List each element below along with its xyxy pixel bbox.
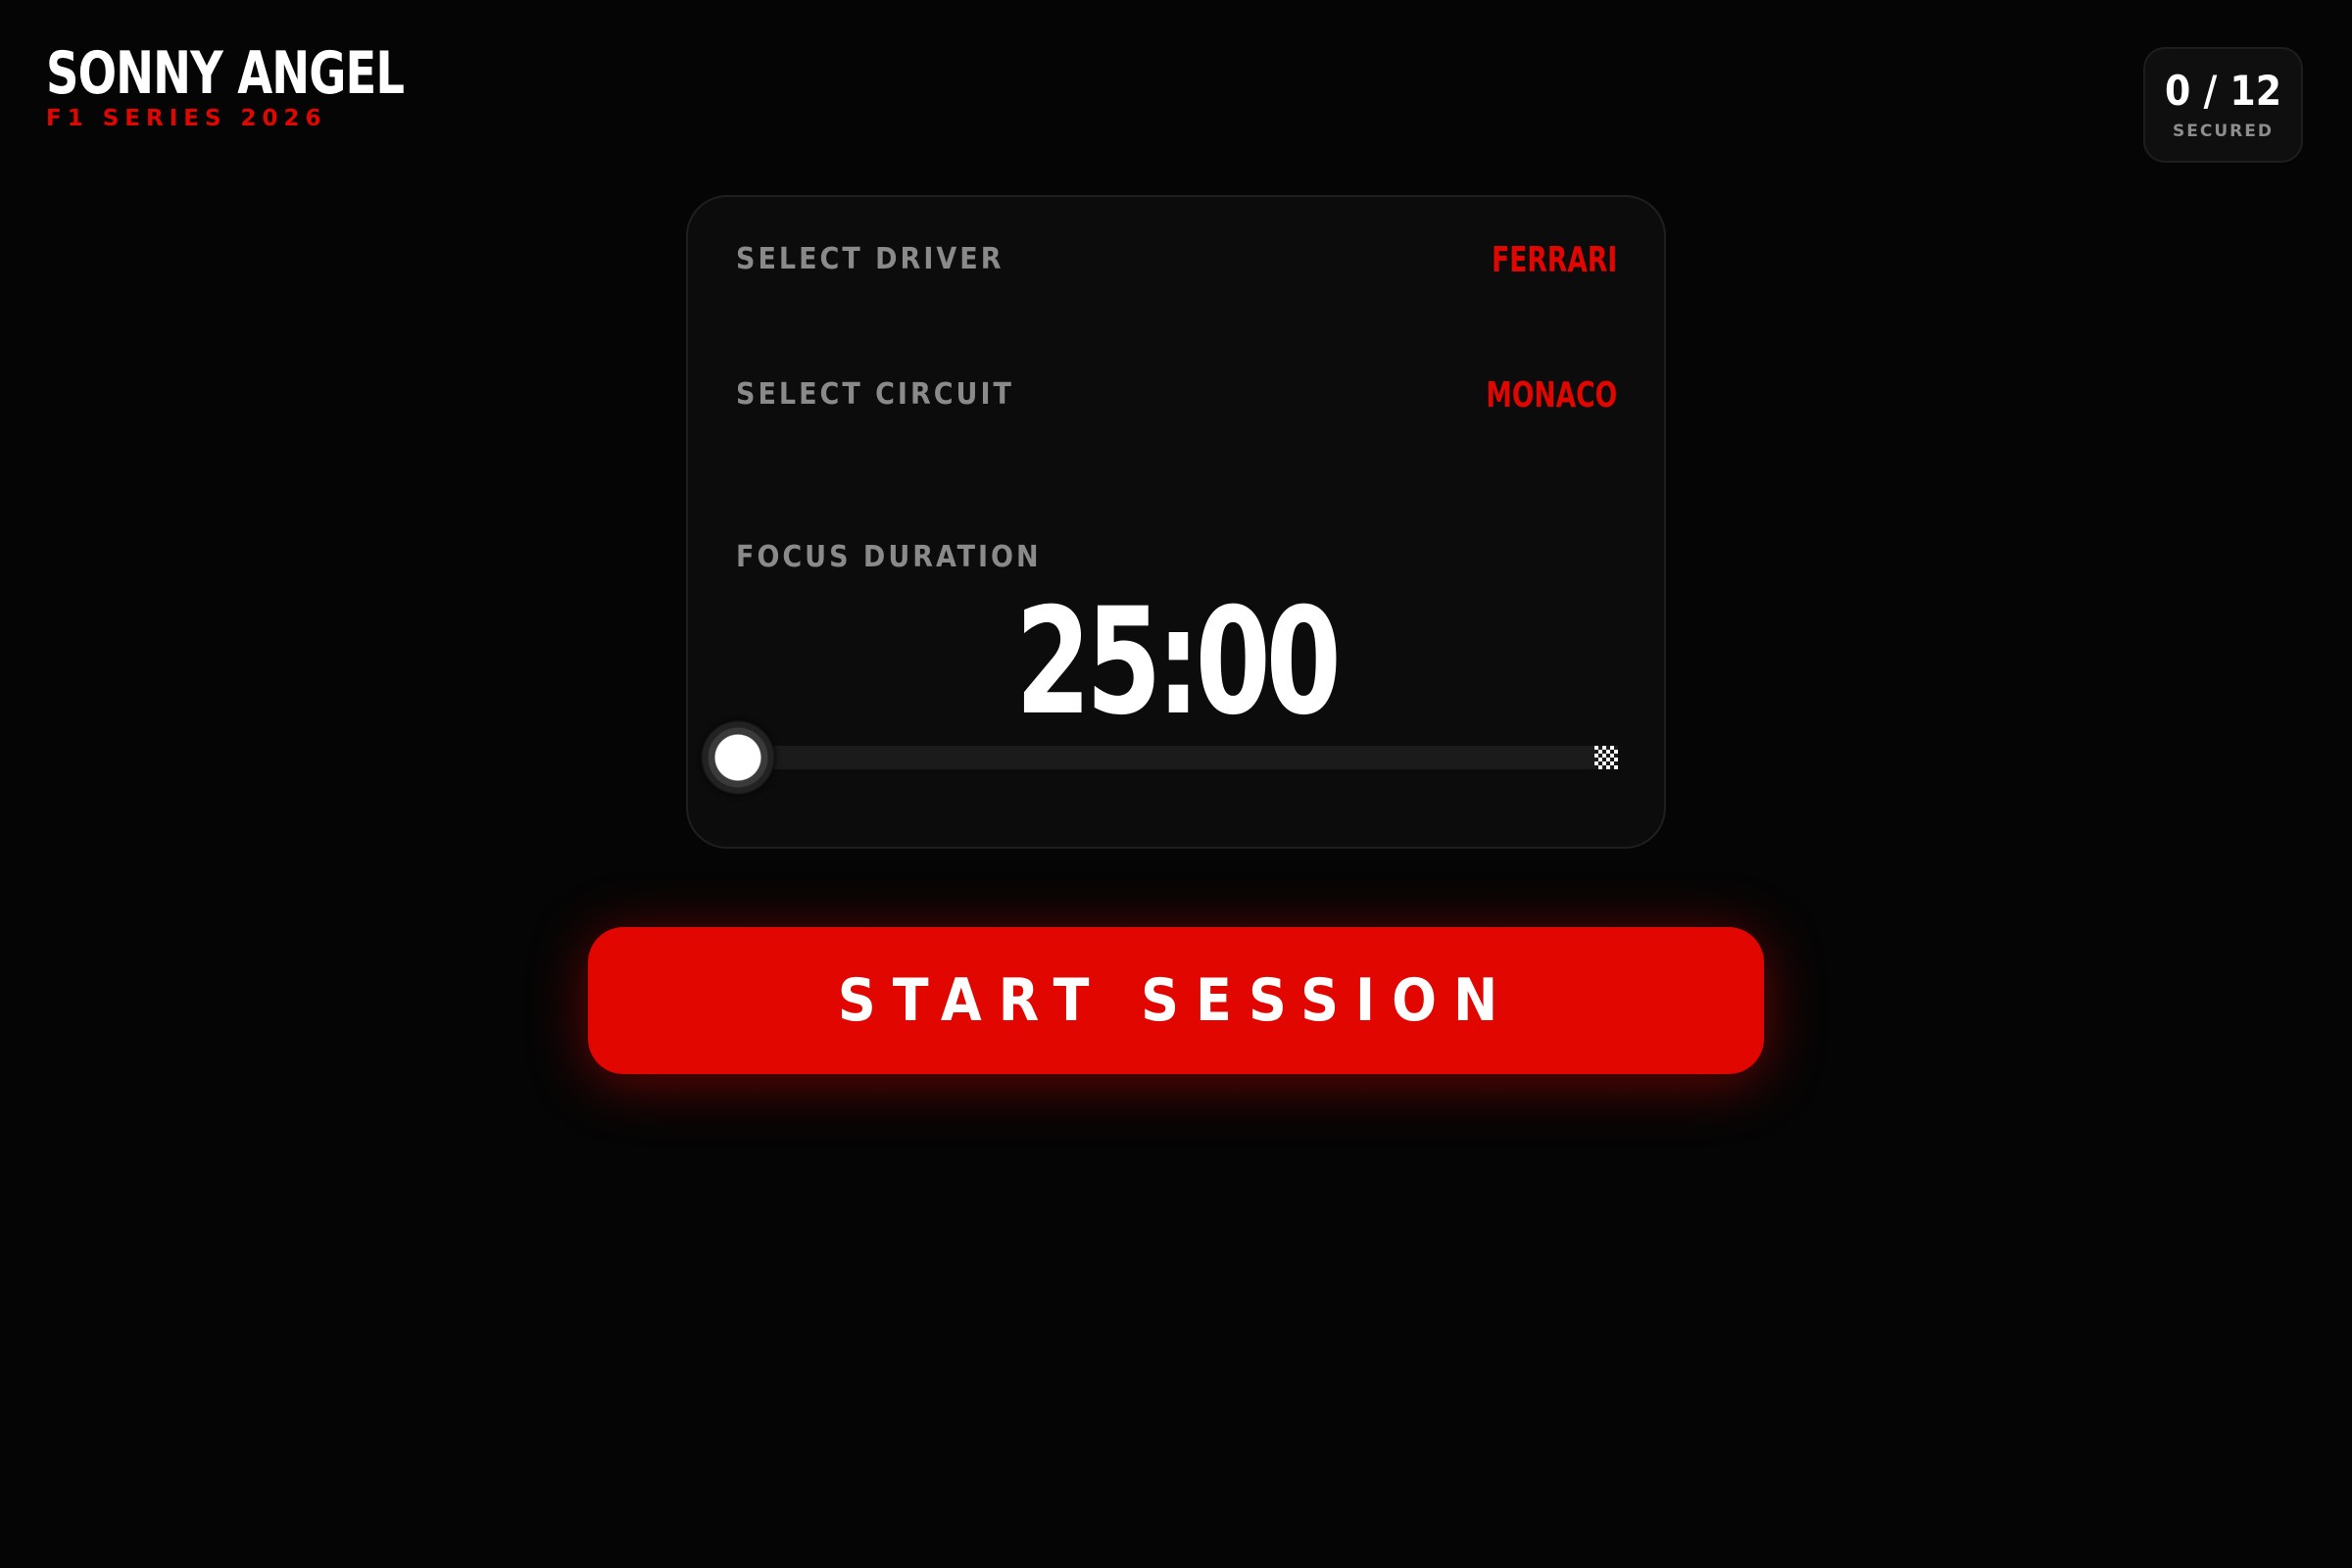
tire-icon[interactable]	[701, 720, 775, 795]
secured-label: SECURED	[2173, 122, 2274, 141]
timer-display: 25:00	[1015, 577, 1342, 748]
duration-label: FOCUS DURATION	[736, 540, 1042, 574]
secured-counter: 0 / 12 SECURED	[2143, 47, 2303, 163]
brand-header: SONNY ANGEL F1 SERIES 2026	[46, 39, 463, 131]
brand-title: SONNY ANGEL	[46, 39, 405, 108]
start-session-button[interactable]: START SESSION	[588, 927, 1764, 1074]
driver-select[interactable]: FERRARI	[1492, 240, 1617, 280]
app-root: SONNY ANGEL F1 SERIES 2026 0 / 12 SECURE…	[0, 0, 2352, 1568]
driver-label: SELECT DRIVER	[736, 242, 1004, 276]
session-setup-card: SELECT DRIVER FERRARI SELECT CIRCUIT MON…	[686, 195, 1666, 849]
circuit-select[interactable]: MONACO	[1486, 375, 1617, 416]
brand-subtitle: F1 SERIES 2026	[46, 106, 327, 131]
duration-slider-track[interactable]	[736, 746, 1618, 769]
circuit-label: SELECT CIRCUIT	[736, 377, 1014, 412]
secured-count: 0 / 12	[2165, 67, 2281, 115]
checkered-flag-icon	[1594, 746, 1618, 769]
